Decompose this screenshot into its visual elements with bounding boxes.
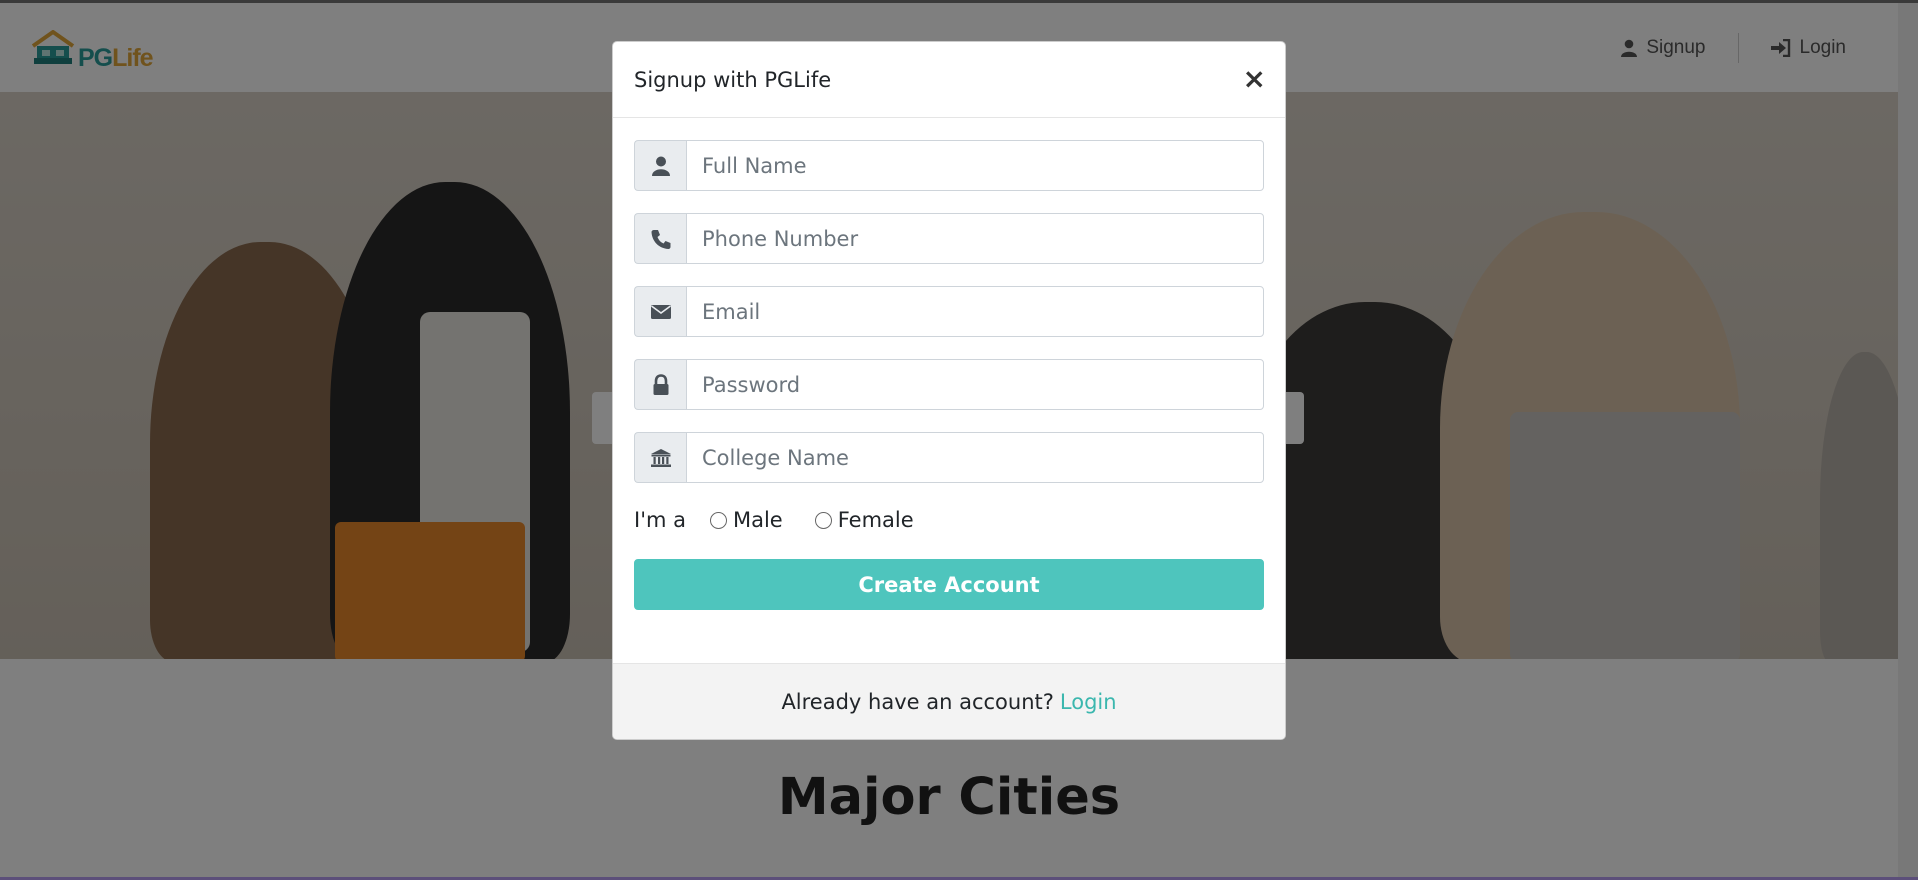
- phone-icon: [651, 229, 670, 249]
- envelope-icon: [650, 304, 671, 319]
- modal-footer: Already have an account? Login: [613, 663, 1285, 739]
- gender-selector: I'm a Male Female: [634, 505, 1264, 535]
- male-radio[interactable]: [709, 511, 727, 529]
- college-addon: [634, 432, 686, 483]
- modal-header: Signup with PGLife ×: [613, 42, 1285, 118]
- footer-login-link[interactable]: Login: [1060, 690, 1117, 714]
- phone-group: [634, 213, 1264, 264]
- email-addon: [634, 286, 686, 337]
- full-name-addon: [634, 140, 686, 191]
- email-group: [634, 286, 1264, 337]
- college-group: [634, 432, 1264, 483]
- modal-body: I'm a Male Female Create Account: [613, 118, 1285, 610]
- create-account-button[interactable]: Create Account: [634, 559, 1264, 610]
- window-top-border: [0, 0, 1918, 3]
- phone-input[interactable]: [686, 213, 1264, 264]
- password-input[interactable]: [686, 359, 1264, 410]
- email-input[interactable]: [686, 286, 1264, 337]
- male-label: Male: [732, 508, 783, 532]
- full-name-input[interactable]: [686, 140, 1264, 191]
- gender-male-option[interactable]: Male: [709, 508, 783, 532]
- female-label: Female: [837, 508, 914, 532]
- college-input[interactable]: [686, 432, 1264, 483]
- female-radio[interactable]: [814, 511, 832, 529]
- phone-addon: [634, 213, 686, 264]
- gender-label: I'm a: [634, 508, 686, 532]
- footer-text: Already have an account?: [781, 689, 1054, 714]
- modal-title: Signup with PGLife: [634, 67, 832, 92]
- lock-icon: [653, 373, 668, 395]
- full-name-group: [634, 140, 1264, 191]
- password-group: [634, 359, 1264, 410]
- user-icon: [651, 156, 670, 176]
- university-icon: [650, 448, 671, 467]
- gender-female-option[interactable]: Female: [814, 508, 914, 532]
- password-addon: [634, 359, 686, 410]
- signup-modal: Signup with PGLife × Full Name Phone Num…: [612, 41, 1286, 740]
- close-button[interactable]: ×: [1243, 65, 1266, 93]
